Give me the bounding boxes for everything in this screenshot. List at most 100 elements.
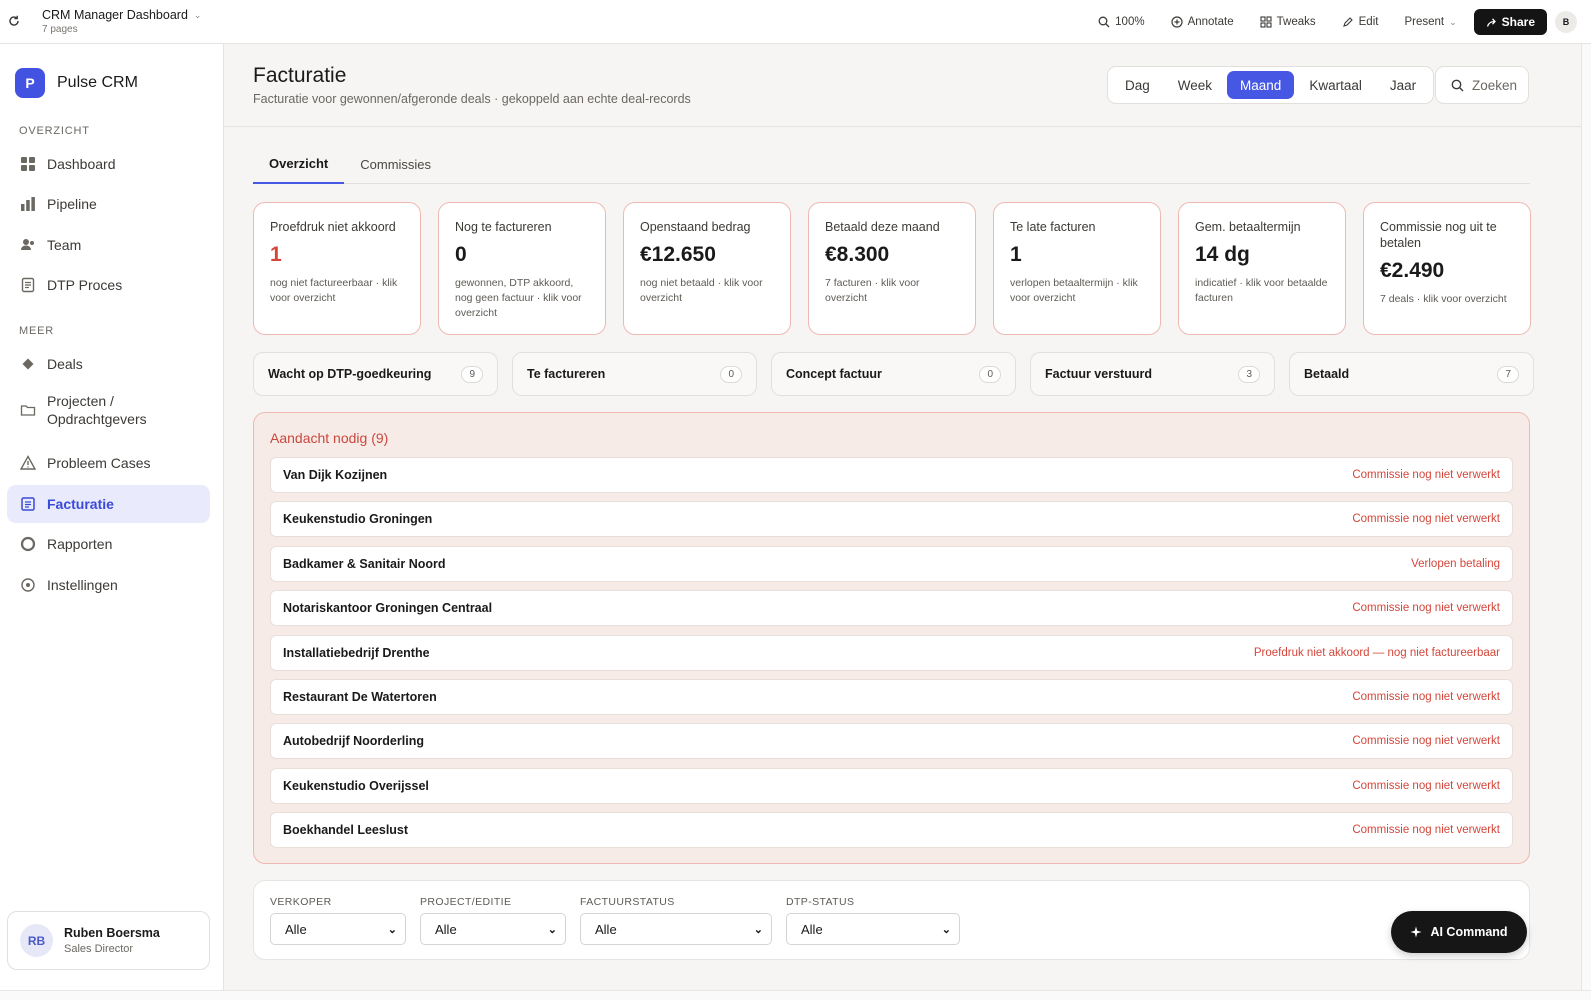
- pencil-icon: [1342, 17, 1353, 27]
- stage-factuur-verstuurd[interactable]: Factuur verstuurd 3: [1030, 352, 1275, 396]
- user-role: Sales Director: [64, 943, 134, 955]
- period-week[interactable]: Week: [1165, 71, 1225, 99]
- document-switcher[interactable]: CRM Manager Dashboard ⌄ 7 pages: [42, 8, 201, 35]
- share-button[interactable]: Share: [1473, 9, 1547, 35]
- verkoper-select[interactable]: Alle ⌄: [270, 913, 406, 945]
- kpi-value: 0: [455, 243, 467, 266]
- sidebar-item-label: Deals: [47, 356, 83, 372]
- stage-label: Te factureren: [527, 367, 606, 381]
- list-item[interactable]: Van Dijk Kozijnen Commissie nog niet verw…: [270, 457, 1513, 493]
- ai-command-button[interactable]: AI Command: [1391, 911, 1527, 953]
- dtp-status-select[interactable]: Alle ⌄: [786, 913, 960, 945]
- select-value: Alle: [435, 921, 457, 937]
- sidebar-item-dashboard[interactable]: Dashboard: [7, 145, 210, 183]
- sparkle-icon: [1410, 926, 1422, 938]
- tab-overzicht[interactable]: Overzicht: [253, 145, 345, 184]
- sidebar-item-probleem-cases[interactable]: Probleem Cases: [7, 444, 210, 482]
- zoom-level: 100%: [1115, 16, 1145, 28]
- avatar[interactable]: B: [1555, 11, 1577, 33]
- list-item[interactable]: Keukenstudio Overijssel Commissie nog nie…: [270, 767, 1513, 804]
- list-item[interactable]: Keukenstudio Groningen Commissie nog niet…: [270, 501, 1513, 538]
- sidebar-item-rapporten[interactable]: Rapporten: [7, 525, 210, 563]
- kpi-card-te-laat[interactable]: Te late facturen 1 verlopen betaaltermij…: [993, 202, 1161, 335]
- kpi-card-betaaltermijn[interactable]: Gem. betaaltermijn 14 dg indicatief · kl…: [1178, 202, 1346, 335]
- annotate-button[interactable]: Annotate: [1158, 9, 1247, 35]
- project-select[interactable]: Alle ⌄: [420, 913, 566, 945]
- sidebar-item-label: Pipeline: [47, 196, 97, 212]
- kpi-card-nog-te-factureren[interactable]: Nog te factureren 0 gewonnen, DTP akkoor…: [438, 202, 606, 335]
- kpi-label: Commissie nog uit te betalen: [1380, 220, 1497, 250]
- kpi-label: Te late facturen: [1010, 220, 1096, 234]
- filter-label: DTP-STATUS: [786, 896, 855, 908]
- sidebar-item-projecten[interactable]: Projecten / Opdrachtgevers: [7, 387, 210, 433]
- list-item-name: Boekhandel Leeslust: [283, 823, 409, 838]
- period-maand[interactable]: Maand: [1227, 71, 1295, 99]
- list-item-status: Commissie nog niet verwerkt: [1352, 469, 1500, 481]
- list-item[interactable]: Badkamer & Sanitair Noord Verlopen betali…: [270, 545, 1513, 582]
- list-item[interactable]: Notariskantoor Groningen Centraal Commiss…: [270, 590, 1513, 627]
- stage-concept-factuur[interactable]: Concept factuur 0: [771, 352, 1016, 396]
- sidebar-item-team[interactable]: Team: [7, 226, 210, 264]
- stage-te-factureren[interactable]: Te factureren 0: [512, 352, 757, 396]
- kpi-value: €8.300: [825, 243, 890, 266]
- document-title: CRM Manager Dashboard: [42, 8, 188, 22]
- tab-commissies[interactable]: Commissies: [344, 145, 447, 184]
- stage-betaald[interactable]: Betaald 7: [1289, 352, 1534, 396]
- period-jaar[interactable]: Jaar: [1377, 71, 1429, 99]
- select-value: Alle: [285, 921, 307, 937]
- list-item[interactable]: Autobedrijf Noorderling Commissie nog nie…: [270, 723, 1513, 760]
- period-kwartaal[interactable]: Kwartaal: [1296, 71, 1375, 99]
- list-item-status: Commissie nog niet verwerkt: [1352, 824, 1500, 837]
- sidebar: P Pulse CRM OVERZICHT Dashboard Pipeline…: [0, 44, 224, 990]
- search-icon: [1451, 79, 1464, 91]
- kpi-value: €12.650: [640, 243, 716, 266]
- page-header: Facturatie Facturatie voor gewonnen/afge…: [224, 44, 1581, 127]
- plus-circle-icon: [1170, 16, 1183, 28]
- zoom-button[interactable]: 100%: [1085, 9, 1157, 35]
- nav-section-overview: OVERZICHT: [19, 125, 90, 137]
- settings-icon: [20, 577, 36, 593]
- kpi-label: Proefdruk niet akkoord: [270, 220, 396, 234]
- period-dag[interactable]: Dag: [1112, 71, 1163, 99]
- tweaks-button[interactable]: Tweaks: [1247, 9, 1329, 35]
- vertical-scrollbar[interactable]: [1581, 44, 1591, 1000]
- stage-wacht-op-dtp[interactable]: Wacht op DTP-goedkeuring 9: [253, 352, 498, 396]
- sidebar-item-label: Dashboard: [47, 156, 116, 172]
- sidebar-item-pipeline[interactable]: Pipeline: [7, 185, 210, 223]
- nav-section-more: MEER: [19, 325, 54, 337]
- sidebar-item-label: Facturatie: [47, 496, 114, 512]
- list-item[interactable]: Installatiebedrijf Drenthe Proefdruk niet…: [270, 634, 1513, 671]
- invoice-icon: [20, 496, 36, 512]
- chevron-down-icon: ⌄: [547, 923, 557, 936]
- refresh-icon[interactable]: [7, 14, 21, 28]
- main-content: Facturatie Facturatie voor gewonnen/afge…: [224, 44, 1581, 990]
- sidebar-item-dtp-proces[interactable]: DTP Proces: [7, 266, 210, 304]
- list-item[interactable]: Boekhandel Leeslust Commissie nog niet ve…: [270, 812, 1513, 849]
- search-label: Zoeken: [1472, 77, 1518, 93]
- list-item[interactable]: Restaurant De Watertoren Commissie nog ni…: [270, 678, 1513, 715]
- user-name: Ruben Boersma: [64, 926, 160, 940]
- present-button[interactable]: Present ⌄: [1391, 9, 1469, 35]
- kpi-label: Gem. betaaltermijn: [1195, 220, 1301, 234]
- filter-verkoper: VERKOPER Alle ⌄: [270, 896, 406, 945]
- brand-name: Pulse CRM: [57, 74, 138, 91]
- bar-chart-icon: [20, 196, 36, 212]
- list-item-name: Installatiebedrijf Drenthe: [283, 645, 430, 660]
- factuurstatus-select[interactable]: Alle ⌄: [580, 913, 772, 945]
- search-button[interactable]: Zoeken: [1435, 66, 1529, 104]
- kpi-card-proefdruk[interactable]: Proefdruk niet akkoord 1 nog niet factur…: [253, 202, 421, 335]
- kpi-card-openstaand[interactable]: Openstaand bedrag €12.650 nog niet betaa…: [623, 202, 791, 335]
- kpi-card-betaald[interactable]: Betaald deze maand €8.300 7 facturen · k…: [808, 202, 976, 335]
- top-bar: CRM Manager Dashboard ⌄ 7 pages 100% Anno…: [0, 0, 1591, 44]
- sidebar-item-facturatie[interactable]: Facturatie: [7, 485, 210, 523]
- edit-button[interactable]: Edit: [1329, 9, 1392, 35]
- share-arrow-icon: [1486, 17, 1496, 27]
- brand[interactable]: P Pulse CRM: [15, 68, 138, 98]
- sidebar-item-deals[interactable]: Deals: [7, 345, 210, 383]
- kpi-card-commissie[interactable]: Commissie nog uit te betalen €2.490 7 de…: [1363, 202, 1531, 335]
- user-card[interactable]: RB Ruben Boersma Sales Director: [7, 911, 210, 970]
- horizontal-scrollbar[interactable]: [0, 990, 1591, 1000]
- sidebar-item-label: Instellingen: [47, 577, 118, 593]
- present-label: Present: [1404, 16, 1445, 28]
- sidebar-item-instellingen[interactable]: Instellingen: [7, 566, 210, 604]
